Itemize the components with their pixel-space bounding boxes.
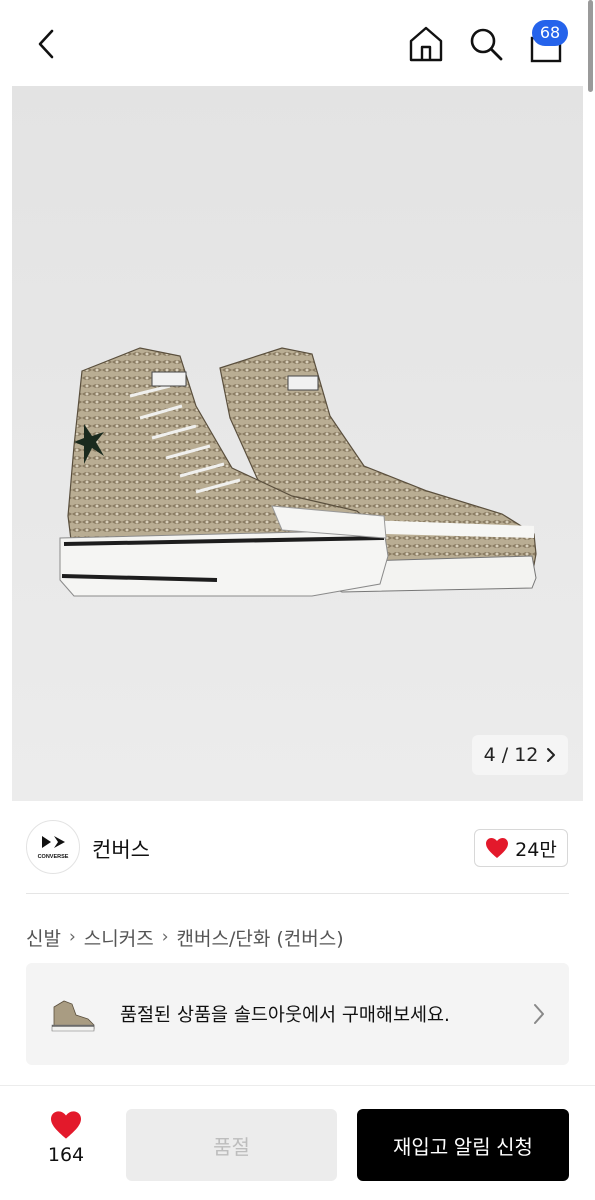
breadcrumb-item-canvas[interactable]: 캔버스/단화 (컨버스) <box>177 924 344 951</box>
brand-like-count: 24만 <box>515 838 557 861</box>
product-image-sneakers <box>59 347 537 597</box>
restock-alert-button[interactable]: 재입고 알림 신청 <box>357 1109 569 1181</box>
soldout-marketplace-banner[interactable]: 품절된 상품을 솔드아웃에서 구매해보세요. <box>26 963 569 1065</box>
home-icon <box>409 26 443 62</box>
image-counter-text: 4 / 12 <box>483 744 539 766</box>
brand-logo[interactable]: CONVERSE <box>26 820 80 874</box>
product-image-gallery[interactable] <box>12 86 583 801</box>
image-counter-button[interactable]: 4 / 12 <box>472 735 568 775</box>
converse-logo-icon: CONVERSE <box>38 836 69 860</box>
chevron-right-icon <box>547 748 556 762</box>
breadcrumb-item-sneakers[interactable]: 스니커즈 <box>84 924 154 951</box>
bottom-bar-divider <box>0 1085 595 1086</box>
search-icon <box>470 28 503 61</box>
brand-like-button[interactable]: 24만 <box>474 829 568 867</box>
chevron-right-icon: › <box>161 927 169 947</box>
breadcrumb-item-shoes[interactable]: 신발 <box>26 924 61 951</box>
chevron-right-icon <box>534 1004 544 1024</box>
wishlist-button[interactable]: 164 <box>36 1110 96 1180</box>
home-button[interactable] <box>404 22 448 66</box>
back-arrow-icon <box>38 29 54 59</box>
product-thumbnail <box>51 1000 95 1032</box>
divider <box>26 893 569 894</box>
search-button[interactable] <box>464 22 508 66</box>
back-button[interactable] <box>26 24 66 64</box>
breadcrumb: 신발 › 스니커즈 › 캔버스/단화 (컨버스) <box>26 922 344 952</box>
heart-icon <box>51 1111 81 1139</box>
chevron-right-icon: › <box>68 927 76 947</box>
svg-text:CONVERSE: CONVERSE <box>38 854 69 860</box>
wishlist-count: 164 <box>47 1144 85 1166</box>
soldout-button[interactable]: 품절 <box>126 1109 337 1181</box>
brand-row: CONVERSE 컨버스 24만 <box>26 820 570 876</box>
heart-icon <box>486 838 509 858</box>
brand-name[interactable]: 컨버스 <box>92 834 150 864</box>
scrollbar[interactable] <box>588 0 593 92</box>
cart-count-badge: 68 <box>532 20 568 46</box>
banner-text: 품절된 상품을 솔드아웃에서 구매해보세요. <box>120 1005 450 1026</box>
